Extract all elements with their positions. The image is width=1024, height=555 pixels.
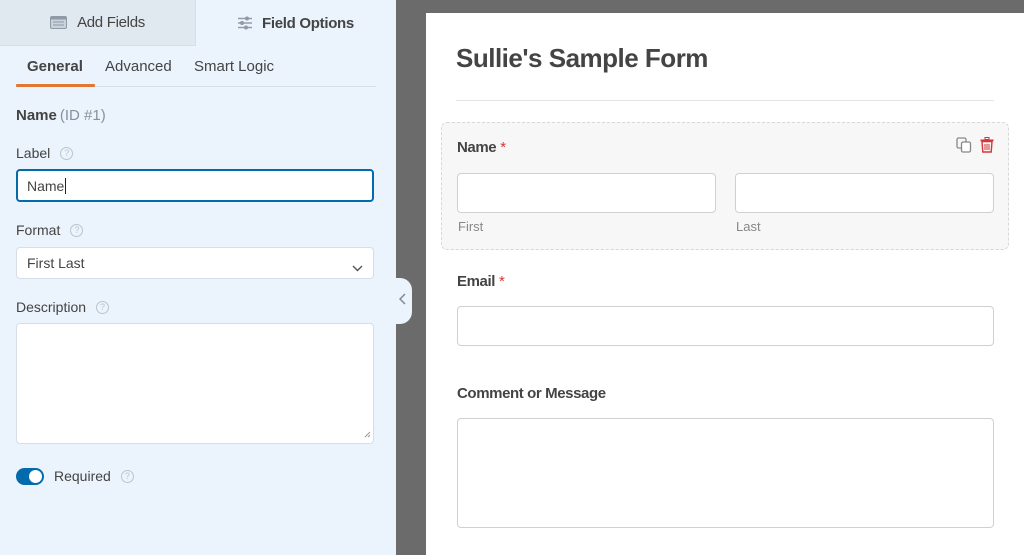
email-field-label: Email * bbox=[457, 273, 505, 290]
required-marker: * bbox=[499, 273, 505, 290]
collapse-panel-button[interactable] bbox=[392, 278, 412, 324]
panel-tabs: Add Fields Field Options bbox=[0, 0, 396, 46]
subtab-smart-logic[interactable]: Smart Logic bbox=[194, 58, 274, 75]
required-label-text: Required bbox=[54, 468, 111, 484]
comment-textarea[interactable] bbox=[457, 418, 994, 528]
last-sublabel: Last bbox=[736, 219, 761, 234]
help-icon[interactable]: ? bbox=[70, 223, 84, 237]
tab-add-fields-label: Add Fields bbox=[77, 14, 145, 31]
resize-handle-icon[interactable] bbox=[364, 425, 371, 441]
description-label-text: Description bbox=[16, 299, 87, 315]
field-id: (ID #1) bbox=[59, 107, 106, 124]
subtab-general[interactable]: General bbox=[27, 58, 83, 75]
format-select-value: First Last bbox=[27, 255, 85, 271]
name-field-label-text: Name bbox=[457, 139, 497, 156]
tab-field-options[interactable]: Field Options bbox=[196, 0, 396, 46]
name-field-label: Name * bbox=[457, 139, 506, 156]
tab-field-options-label: Field Options bbox=[262, 14, 354, 32]
label-label: Label ? bbox=[16, 145, 74, 161]
title-divider bbox=[456, 100, 994, 101]
active-tab-indicator bbox=[16, 84, 95, 87]
email-input[interactable] bbox=[457, 306, 994, 346]
help-icon[interactable]: ? bbox=[60, 146, 74, 160]
first-sublabel: First bbox=[458, 219, 484, 234]
format-label: Format ? bbox=[16, 222, 84, 238]
field-heading: Name (ID #1) bbox=[16, 107, 106, 124]
help-icon[interactable]: ? bbox=[96, 300, 110, 314]
description-textarea[interactable] bbox=[16, 323, 374, 444]
name-field-block[interactable]: Name * First Last bbox=[441, 122, 1009, 250]
field-actions bbox=[956, 137, 994, 158]
field-name: Name bbox=[16, 107, 57, 124]
form-title: Sullie's Sample Form bbox=[456, 43, 708, 73]
label-input-value: Name bbox=[27, 177, 65, 194]
tab-add-fields[interactable]: Add Fields bbox=[0, 0, 196, 46]
label-input[interactable]: Name bbox=[16, 169, 374, 202]
comment-field-label-text: Comment or Message bbox=[457, 385, 606, 402]
format-label-text: Format bbox=[16, 222, 61, 238]
text-cursor bbox=[65, 177, 67, 194]
required-marker: * bbox=[500, 139, 506, 156]
field-options-panel: Add Fields Field Options General Advance… bbox=[0, 0, 396, 555]
required-label: Required ? bbox=[54, 468, 134, 484]
duplicate-icon[interactable] bbox=[956, 137, 972, 158]
description-label: Description ? bbox=[16, 299, 110, 315]
sliders-icon bbox=[238, 16, 253, 30]
chevron-down-icon bbox=[352, 259, 363, 275]
toggle-knob bbox=[29, 470, 42, 483]
label-label-text: Label bbox=[16, 145, 51, 161]
email-field-label-text: Email bbox=[457, 273, 496, 290]
form-preview: Sullie's Sample Form Name * First Last Em… bbox=[426, 13, 1024, 555]
sub-tabs: General Advanced Smart Logic bbox=[16, 46, 376, 87]
format-select[interactable]: First Last bbox=[16, 247, 374, 279]
last-name-input[interactable] bbox=[735, 173, 994, 213]
list-icon bbox=[50, 16, 68, 29]
delete-icon[interactable] bbox=[980, 137, 994, 158]
subtab-advanced[interactable]: Advanced bbox=[105, 58, 172, 75]
required-toggle[interactable] bbox=[16, 468, 44, 485]
first-name-input[interactable] bbox=[457, 173, 716, 213]
comment-field-label: Comment or Message bbox=[457, 385, 606, 402]
help-icon[interactable]: ? bbox=[120, 469, 134, 483]
chevron-left-icon bbox=[398, 292, 406, 310]
